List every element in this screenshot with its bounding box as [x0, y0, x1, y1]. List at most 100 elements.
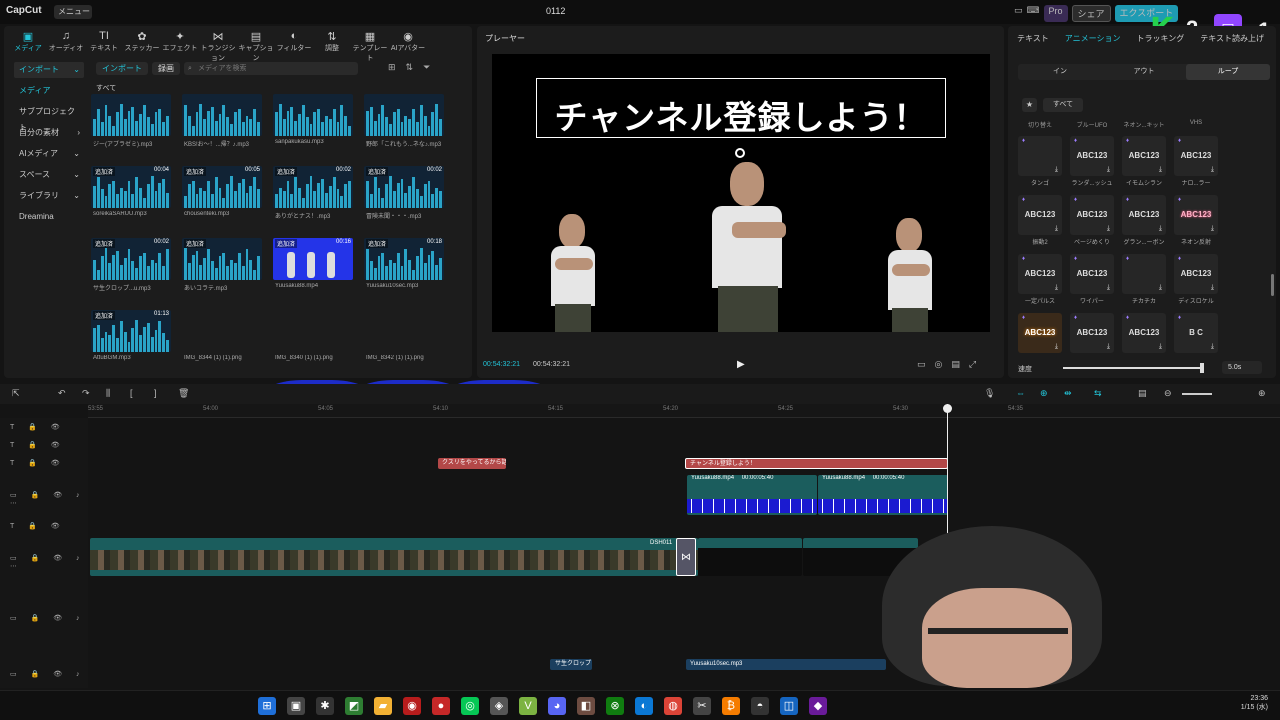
zoom-slider[interactable] [1182, 393, 1212, 395]
properties-tab-3[interactable]: テキスト読み上げ [1200, 33, 1264, 44]
media-tab-1[interactable]: ♫ オーディオ [48, 30, 84, 63]
media-item[interactable]: 追加済 00:16 Yuusaku88.mp4 [273, 238, 353, 308]
sidenav-item-2[interactable]: サブプロジェクト [14, 104, 84, 132]
download-icon[interactable]: ⤓ [1055, 225, 1058, 233]
all-filter-button[interactable]: すべて [1043, 98, 1083, 112]
media-item[interactable]: 追加済 00:02 サ生クロップ...u.mp3 [91, 238, 171, 308]
media-item[interactable]: IMG_8340 (1) (1).png [273, 310, 483, 480]
animation-preset[interactable]: ABC123 ♦ ⤓ ナロ...ラー [1174, 136, 1218, 188]
animation-preset[interactable]: ABC123 ♦ ⤓ ネオン反射 [1174, 195, 1218, 247]
sidenav-item-1[interactable]: メディア [14, 83, 84, 99]
track-header-audio1[interactable]: ▭ 🔒 👁 ♪ [10, 614, 86, 622]
anim-tab-2[interactable]: ループ [1186, 64, 1270, 80]
download-icon[interactable]: ⤓ [1107, 343, 1110, 351]
trim-left-icon[interactable]: [ [130, 388, 133, 398]
download-icon[interactable]: ⤓ [1159, 166, 1162, 174]
mic-icon[interactable]: 🎙 [984, 388, 995, 399]
nvidia-icon[interactable]: ◩ [345, 697, 363, 715]
sidenav-item-6[interactable]: ライブラリ ⌄ [14, 188, 84, 204]
preview-canvas[interactable]: チャンネル登録しよう！ [492, 54, 990, 332]
caption-icon[interactable]: ▤ [1138, 388, 1147, 399]
media-tab-2[interactable]: TI テキスト [86, 30, 122, 63]
download-icon[interactable]: ⤓ [1107, 225, 1110, 233]
record-icon[interactable]: ● [432, 697, 450, 715]
speed-slider-knob[interactable] [1200, 363, 1204, 373]
media-item[interactable]: 追加済 00:05 chousenteki.mp3 [182, 166, 262, 236]
game-icon[interactable]: ◆ [809, 697, 827, 715]
network-icon[interactable]: ◈ [490, 697, 508, 715]
animation-preset[interactable]: ABC123 ♦ ⤓ [1070, 313, 1114, 365]
zoom-fit-icon[interactable]: ⊕ [1258, 388, 1266, 399]
download-icon[interactable]: ⤓ [1211, 343, 1214, 351]
media-item[interactable]: 追加済 00:04 soreikaSARUU.mp3 [91, 166, 171, 236]
download-icon[interactable]: ⤓ [1211, 166, 1214, 174]
link-icon[interactable]: ⇔ [1016, 388, 1025, 398]
download-icon[interactable]: ⤓ [1211, 284, 1214, 292]
media-item[interactable]: IMG_8342 (1) (1).png [364, 310, 574, 480]
download-icon[interactable]: ⤓ [1159, 284, 1162, 292]
split-icon[interactable]: ⫼ [106, 388, 110, 399]
main-video-clip[interactable]: DSH011 [90, 538, 698, 576]
magnet-icon[interactable]: ⊕ [1040, 388, 1048, 399]
properties-tab-0[interactable]: テキスト [1017, 33, 1049, 44]
media-item[interactable]: 追加済 01:13 AttuBGM.mp3 [91, 310, 171, 380]
properties-tab-2[interactable]: トラッキング [1136, 33, 1184, 44]
animation-preset[interactable]: ABC123 ♦ ⤓ 一定パルス [1018, 254, 1062, 306]
track-header-text1[interactable]: T 🔒 👁 [10, 423, 66, 431]
media-item[interactable]: KBS!お〜！...帰？♪.mp3 [182, 94, 262, 164]
download-icon[interactable]: ⤓ [1159, 225, 1162, 233]
delete-icon[interactable]: 🗑 [178, 388, 189, 399]
line-icon[interactable]: ◎ [461, 697, 479, 715]
media-item[interactable]: ジー(アブラゼミ).mp3 [91, 94, 171, 164]
undo-icon[interactable]: ↶ [58, 388, 66, 399]
download-icon[interactable]: ⤓ [1107, 166, 1110, 174]
media-tab-8[interactable]: ⇅ 調整 [314, 30, 350, 63]
media-search-input[interactable]: メディアを検索 [184, 62, 358, 75]
filter-icon[interactable]: ⏷ [423, 62, 430, 73]
xbox-icon[interactable]: ⊗ [606, 697, 624, 715]
sidenav-item-3[interactable]: 自分の素材 › [14, 125, 84, 141]
animation-preset[interactable]: ♦ ⤓ チカチカ [1122, 254, 1166, 306]
overlay-clip-b[interactable]: Yuusaku88.mp4 00:00:05:40 [818, 475, 948, 515]
task-view-icon[interactable]: ▣ [287, 697, 305, 715]
audio-clip-2[interactable]: Yuusaku10sec.mp3 [686, 659, 886, 670]
download-icon[interactable]: ⤓ [1159, 343, 1162, 351]
animation-preset[interactable]: ABC123 ♦ ⤓ ワイパー [1070, 254, 1114, 306]
download-icon[interactable]: ⤓ [1055, 343, 1058, 351]
media-tab-10[interactable]: ◉ AIアバター [390, 30, 426, 63]
shortcut-icon[interactable]: ⌨ [1027, 5, 1040, 22]
media-item[interactable]: IMG_8344 (1) (1).png [182, 310, 392, 480]
chrome-icon[interactable]: ◍ [664, 697, 682, 715]
download-icon[interactable]: ⤓ [1055, 166, 1058, 174]
app-icon[interactable]: ◧ [577, 697, 595, 715]
anim-tab-0[interactable]: イン [1018, 64, 1102, 80]
animation-preset[interactable]: ABC123 ♦ ⤓ [1018, 313, 1062, 365]
media-tab-4[interactable]: ✦ エフェクト [162, 30, 198, 63]
redo-icon[interactable]: ↷ [82, 388, 90, 399]
audio-clip-1[interactable]: サ生クロップ [550, 659, 592, 670]
track-header-main[interactable]: ▭ 🔒 👁 ♪ ⋯ [10, 554, 88, 570]
obs-icon[interactable]: ◓ [751, 697, 769, 715]
v-icon[interactable]: V [519, 697, 537, 715]
discord-icon[interactable]: ◕ [548, 697, 566, 715]
speed-value-input[interactable]: 5.0s [1222, 361, 1262, 374]
sort-icon[interactable]: ⇅ [406, 62, 414, 73]
timeline-ruler[interactable]: 53:55 54:00 54:05 54:10 54:15 54:20 54:25 54:30… [88, 404, 1280, 418]
animation-preset[interactable]: ABC123 ♦ ⤓ グラン...ーボン [1122, 195, 1166, 247]
favorites-button[interactable]: ★ [1022, 98, 1037, 112]
layout-icon[interactable]: ▭ [1014, 5, 1023, 22]
record-chip[interactable]: 録画 [152, 62, 180, 75]
capcut-icon[interactable]: ✂ [693, 697, 711, 715]
media-tab-5[interactable]: ⋈ トランジション [200, 30, 236, 63]
animation-preset[interactable]: ABC123 ♦ ⤓ ランダ...ッシュ [1070, 136, 1114, 188]
media-tab-6[interactable]: ▤ キャプション [238, 30, 274, 63]
menu-button[interactable]: メニュー [54, 5, 92, 19]
text-clip-1[interactable]: クスリをやってるから話 [438, 458, 506, 469]
vpn-icon[interactable]: ◫ [780, 697, 798, 715]
media-tab-9[interactable]: ▦ テンプレート [352, 30, 388, 63]
media-item[interactable]: 野郎「これもう...ネな♪.mp3 [364, 94, 444, 164]
properties-tab-1[interactable]: アニメーション [1065, 33, 1121, 44]
media-tab-3[interactable]: ✿ ステッカー [124, 30, 160, 63]
download-icon[interactable]: ⤓ [1107, 284, 1110, 292]
track-header-audio2[interactable]: ▭ 🔒 👁 ♪ [10, 670, 86, 678]
